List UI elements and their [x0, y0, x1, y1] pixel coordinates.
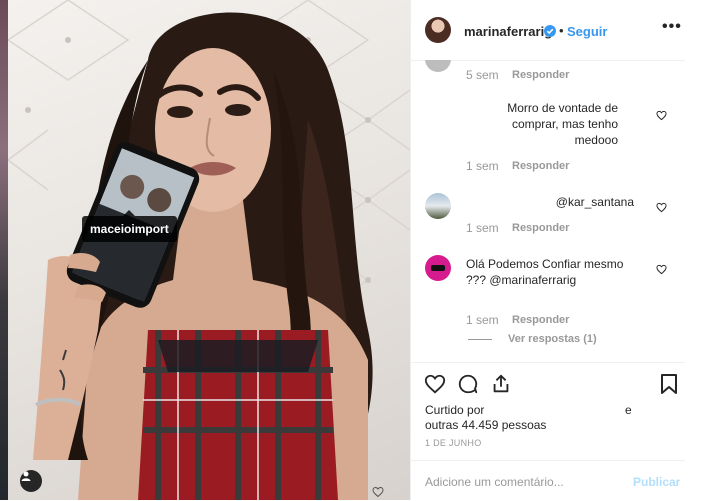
- photo-tag-label[interactable]: maceioimport: [82, 210, 177, 242]
- heart-outline-icon[interactable]: [656, 262, 667, 280]
- post-photo[interactable]: maceioimport: [8, 0, 410, 500]
- heart-outline-icon[interactable]: [656, 200, 667, 218]
- follow-button[interactable]: Seguir: [567, 24, 607, 39]
- post-actions: Curtido por e outras 44.459 pessoas 1 DE …: [411, 362, 686, 463]
- comment-bubble-icon[interactable]: [457, 373, 479, 400]
- liked-by-trail: e: [625, 403, 632, 417]
- comment-avatar[interactable]: [425, 193, 451, 219]
- liked-by-count: outras 44.459 pessoas: [425, 418, 547, 432]
- likes-summary[interactable]: Curtido por e outras 44.459 pessoas: [425, 403, 632, 433]
- post-side-panel: marinaferrarig • Seguir ••• 5 sem Respon…: [410, 0, 686, 500]
- comment-avatar[interactable]: [425, 255, 451, 281]
- reply-button[interactable]: Responder: [512, 160, 569, 172]
- share-icon[interactable]: [490, 373, 512, 400]
- reply-button[interactable]: Responder: [512, 314, 569, 326]
- comments-list[interactable]: 5 sem Responder Morro de vontade de comp…: [411, 60, 686, 362]
- user-tag-icon[interactable]: [20, 470, 42, 492]
- view-replies-button[interactable]: Ver respostas (1): [468, 333, 597, 345]
- view-replies-label: Ver respostas (1): [508, 333, 597, 345]
- comment-input[interactable]: Adicione um comentário...: [425, 475, 564, 489]
- publish-button[interactable]: Publicar: [633, 475, 680, 489]
- liked-by-label: Curtido por: [425, 403, 485, 417]
- post-date: 1 DE JUNHO: [425, 438, 482, 448]
- comment-text: Morro de vontade de comprar, mas tenho m…: [507, 101, 618, 147]
- comment-time: 1 sem: [466, 159, 499, 173]
- page-margin: [685, 0, 703, 500]
- header-separator: •: [559, 23, 564, 38]
- bookmark-icon[interactable]: [659, 373, 679, 400]
- post-header: marinaferrarig • Seguir •••: [411, 0, 686, 61]
- author-username[interactable]: marinaferrarig: [464, 24, 552, 39]
- comment-text: Olá Podemos Confiar mesmo ??? @marinafer…: [466, 257, 624, 287]
- reply-button[interactable]: Responder: [512, 69, 569, 81]
- more-options-icon[interactable]: •••: [662, 18, 682, 36]
- comment-composer: Adicione um comentário... Publicar: [411, 460, 686, 501]
- like-heart-icon[interactable]: [424, 373, 446, 400]
- comment-text: @kar_santana: [555, 195, 634, 209]
- author-avatar[interactable]: [425, 17, 451, 43]
- previous-post-edge: [0, 0, 8, 500]
- heart-outline-icon[interactable]: [656, 108, 667, 126]
- verified-badge-icon: [544, 25, 556, 37]
- photo-illustration: [8, 0, 410, 500]
- comment-time: 1 sem: [466, 313, 499, 327]
- comment-time: 1 sem: [466, 221, 499, 235]
- replies-divider: [468, 338, 492, 340]
- reply-button[interactable]: Responder: [512, 222, 569, 234]
- comment-time: 5 sem: [466, 68, 499, 82]
- comment-avatar[interactable]: [425, 60, 451, 72]
